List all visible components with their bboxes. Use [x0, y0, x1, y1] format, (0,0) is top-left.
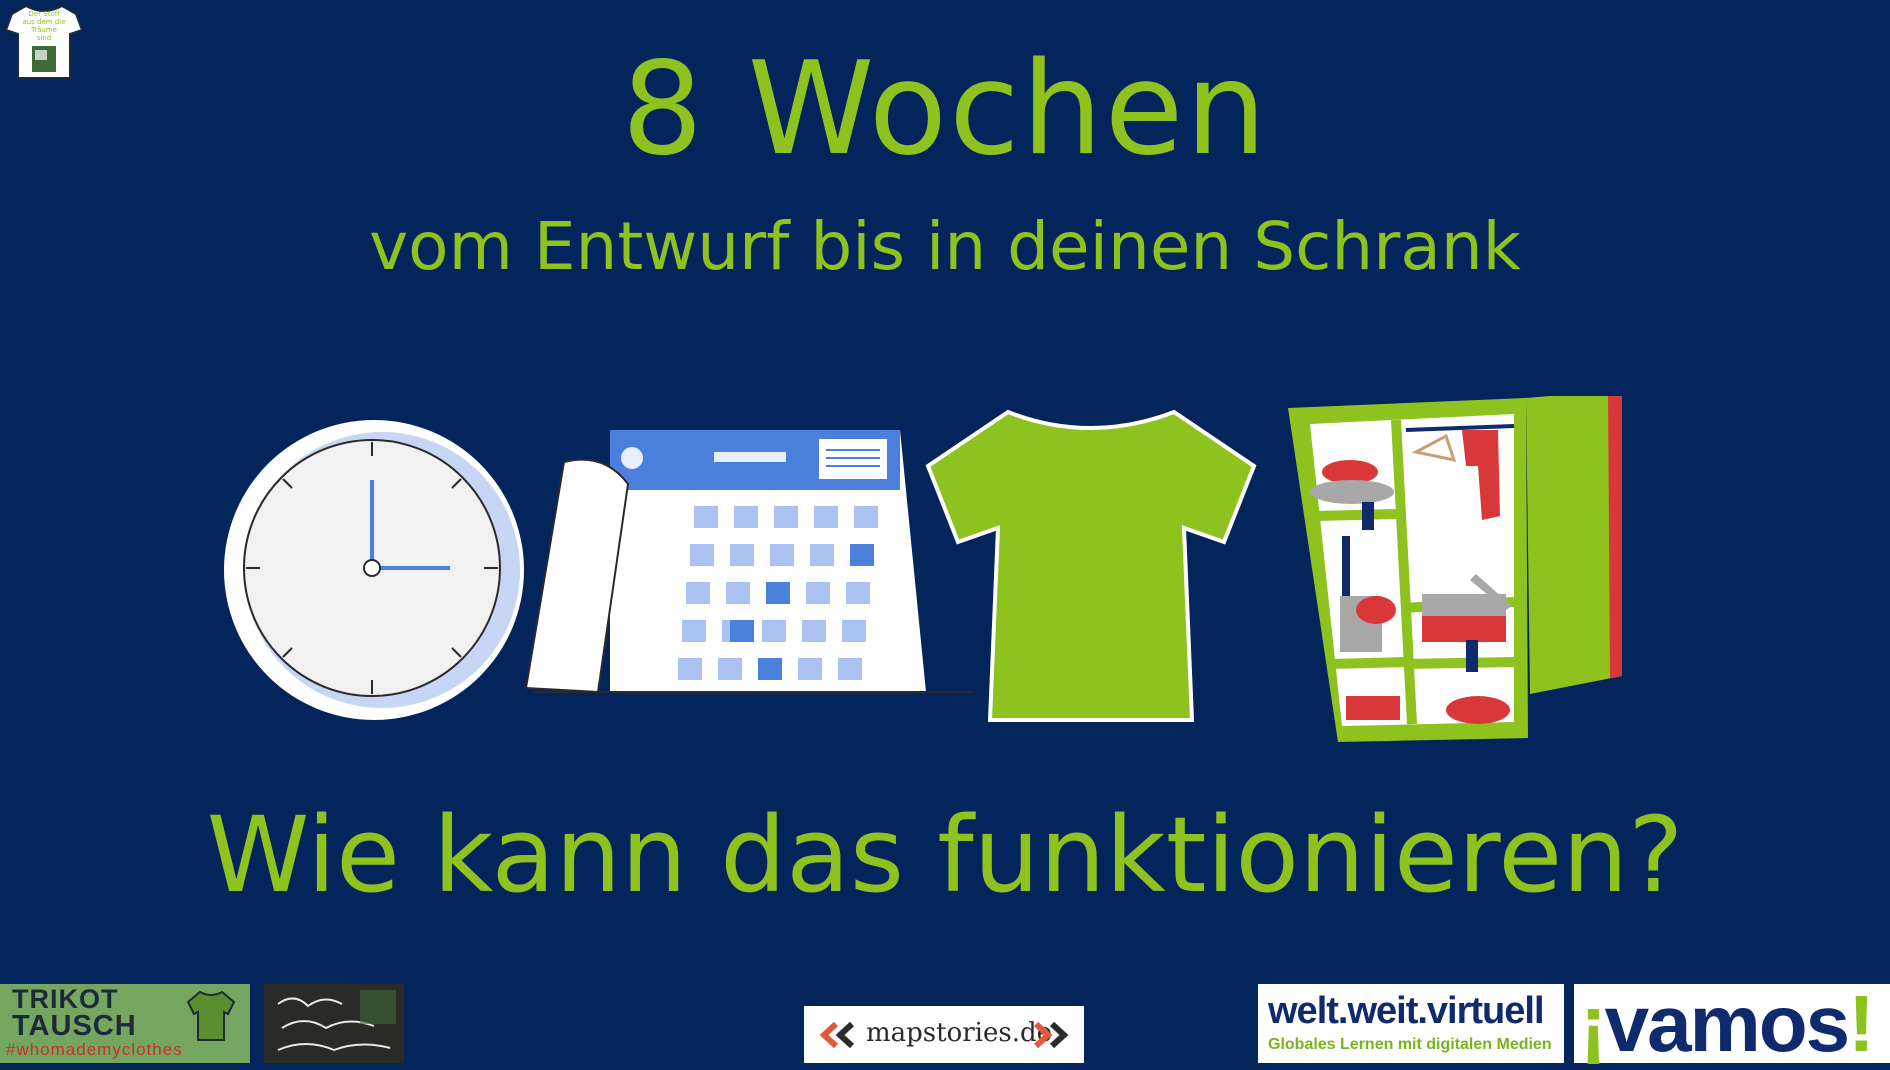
vamos-close-mark: ! [1848, 979, 1875, 1068]
trikot-hashtag: #whomademyclothes [6, 1040, 183, 1059]
page-subtitle: vom Entwurf bis in deinen Schrank [369, 208, 1521, 285]
question-text: Wie kann das funktionieren? [206, 794, 1684, 916]
welt-weit-virtuell-logo[interactable]: welt.weit.virtuell Globales Lernen mit d… [1258, 984, 1564, 1063]
tshirt-icon [925, 409, 1257, 722]
jersey-icon [186, 990, 236, 1041]
chevron-right-icon [1033, 1022, 1069, 1048]
clock-icon [224, 420, 524, 720]
calendar-icon [524, 430, 974, 694]
mapstories-text: mapstories.de [866, 1018, 1053, 1048]
wwv-tagline: Globales Lernen mit digitalen Medien [1268, 1036, 1552, 1053]
vamos-word: vamos [1604, 979, 1850, 1068]
badge-line-1: Der Stoff [28, 10, 59, 18]
page-title: 8 Wochen [621, 35, 1269, 184]
trikot-tausch-logo[interactable]: TRIKOT TAUSCH #whomademyclothes [0, 984, 250, 1063]
wwv-title: welt.weit.virtuell [1268, 990, 1545, 1032]
wardrobe-icon [1288, 396, 1622, 742]
mapstories-logo[interactable]: mapstories.de [804, 1006, 1084, 1063]
chevron-left-icon [819, 1022, 855, 1048]
badge-line-3: Träume [30, 26, 57, 34]
stoff-traeume-logo[interactable] [264, 984, 404, 1063]
badge-line-2: aus dem die [22, 18, 65, 26]
stoff-handwriting-logo [277, 990, 396, 1052]
vamos-open-mark: ¡ [1580, 979, 1607, 1068]
vamos-logo[interactable]: ¡vamos! [1574, 979, 1890, 1068]
trikot-line-2: TAUSCH [12, 1010, 137, 1042]
vamos-text: ¡vamos! [1580, 978, 1875, 1070]
